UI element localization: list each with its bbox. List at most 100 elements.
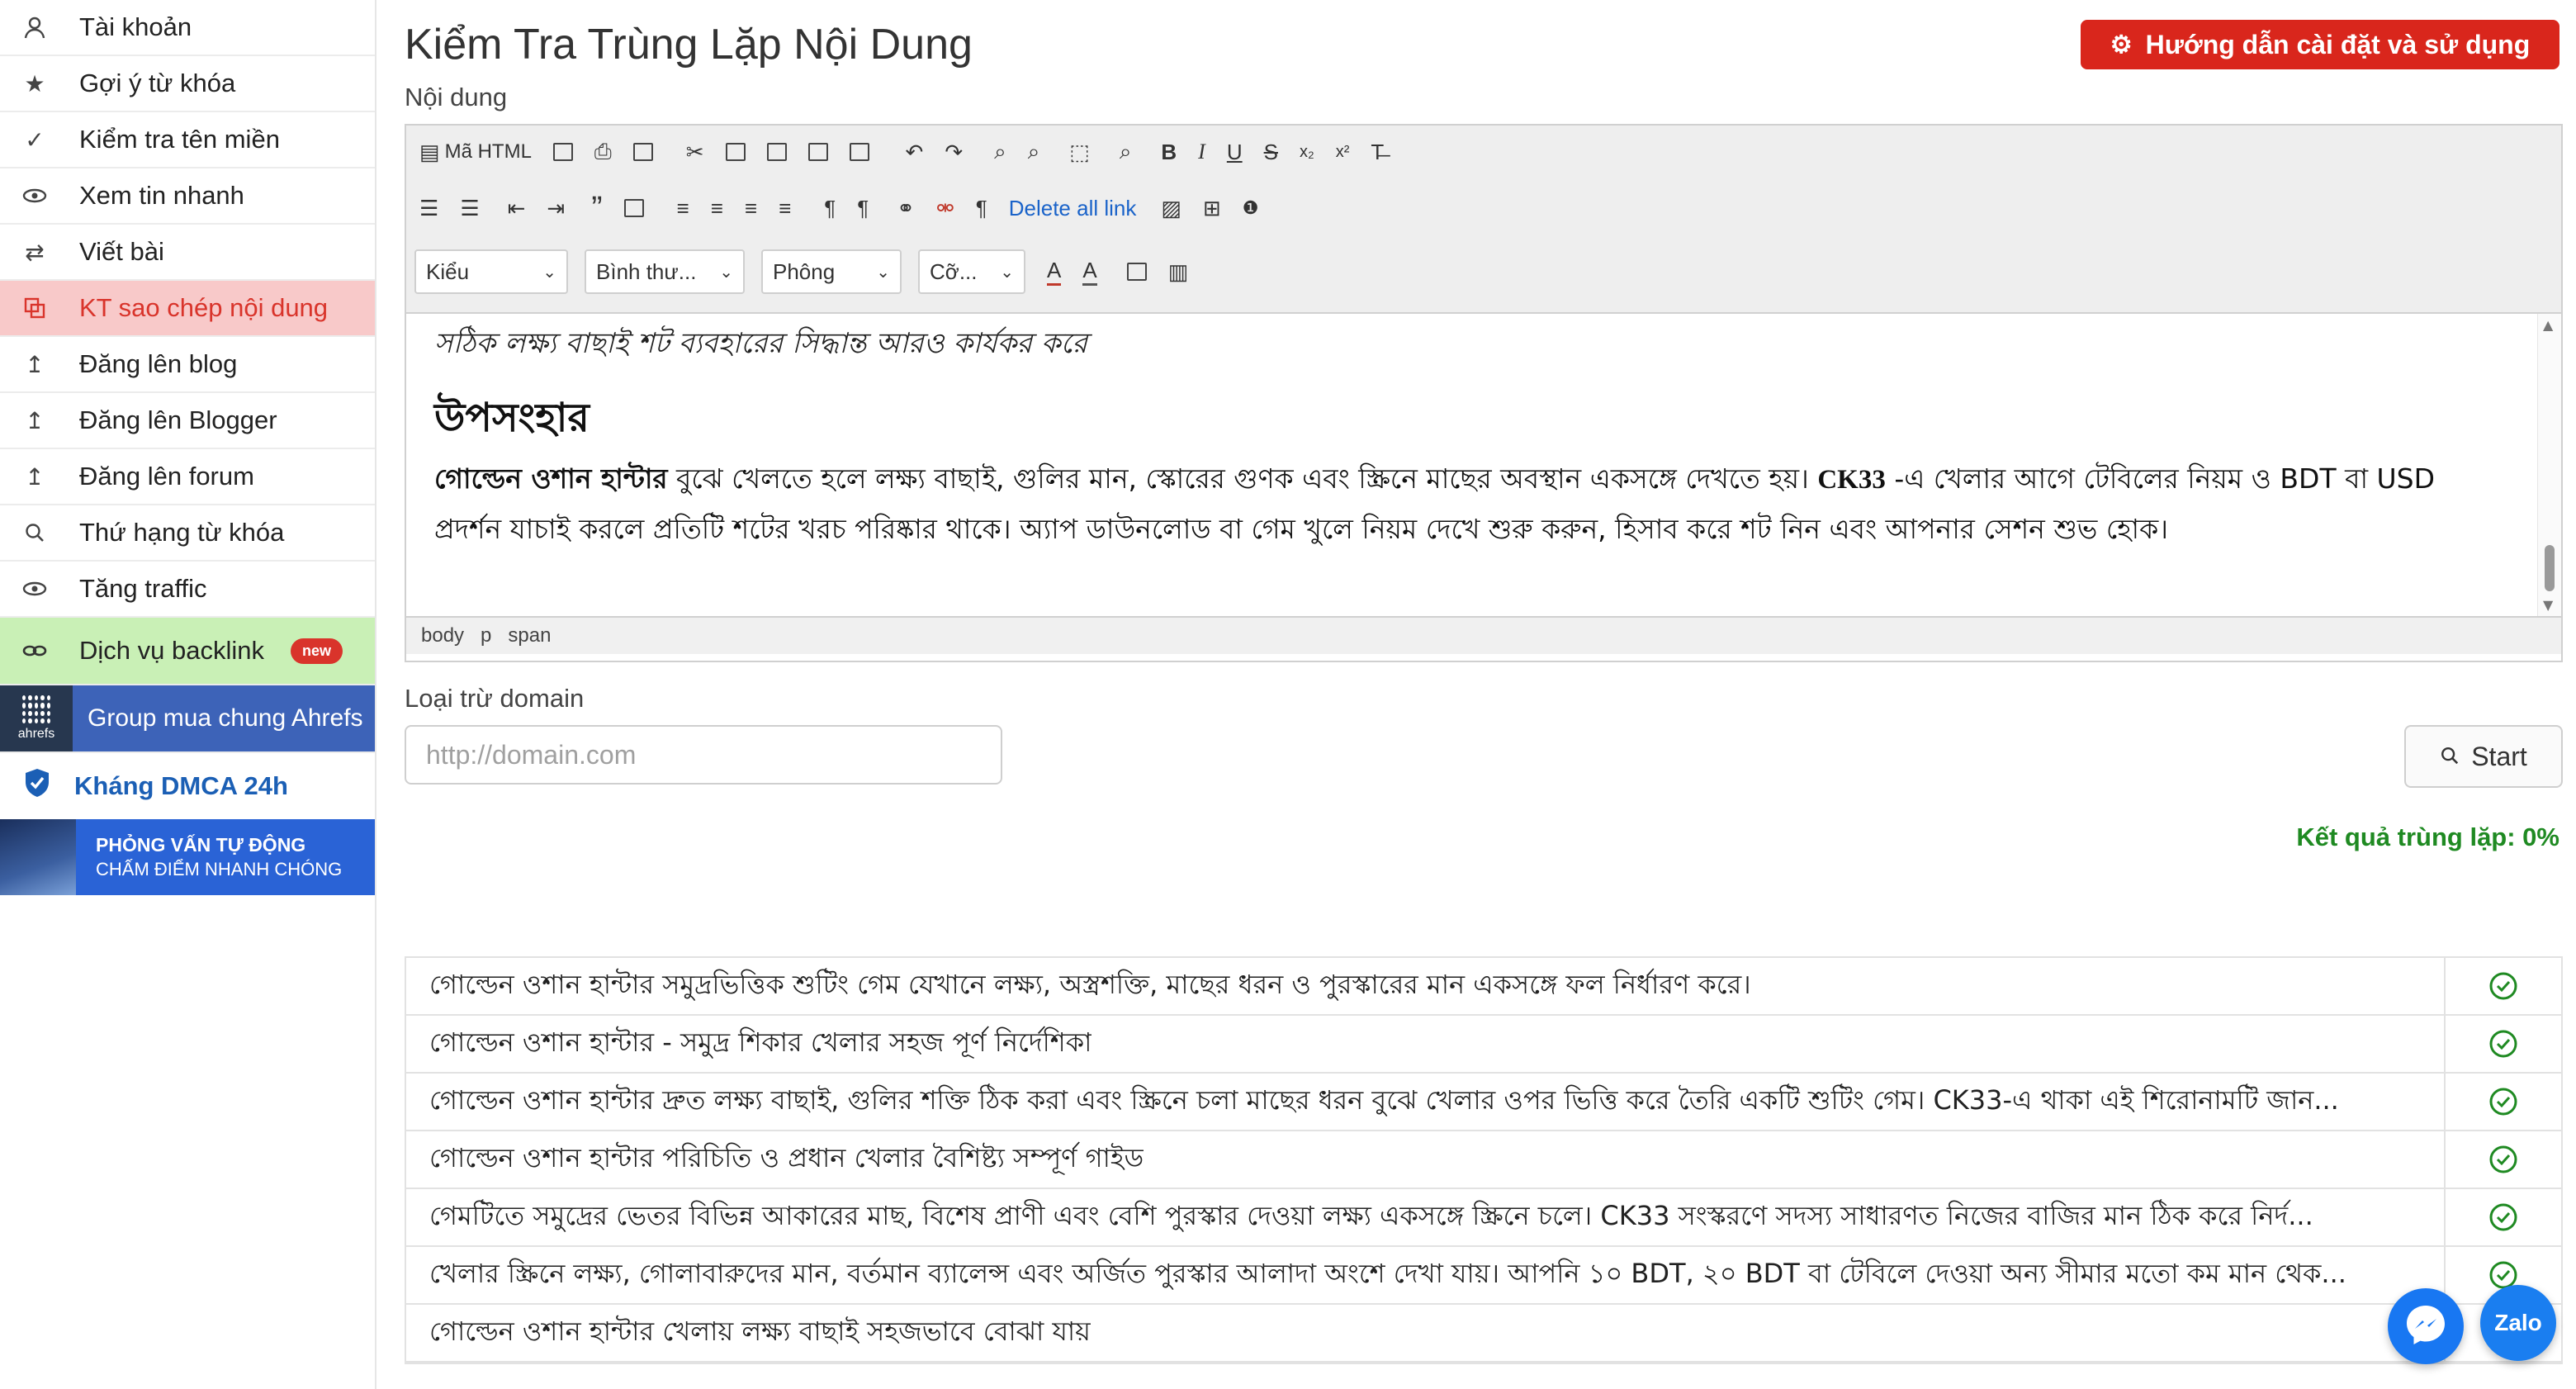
editor-content-area[interactable]: সঠিক লক্ষ্য বাছাই শট ব্যবহারের সিদ্ধান্ত… xyxy=(406,314,2561,616)
zalo-button[interactable]: Zalo xyxy=(2480,1285,2556,1361)
scroll-down-icon[interactable]: ▼ xyxy=(2543,597,2553,613)
duplicate-result: Kết quả trùng lặp: 0% xyxy=(2296,822,2559,851)
ltr-button[interactable]: ¶ xyxy=(824,196,836,221)
sidebar-item-label: Đăng lên Blogger xyxy=(79,405,277,434)
print-icon[interactable]: ⎙ xyxy=(594,139,612,165)
interview-banner-line2: CHẤM ĐIỂM NHANH CHÓNG xyxy=(96,859,343,879)
remove-format-button[interactable]: T̶ xyxy=(1371,140,1384,165)
unlink-icon[interactable]: ⚮ xyxy=(936,196,954,221)
start-button[interactable]: Start xyxy=(2404,725,2563,788)
table-row: গোল্ডেন ওশান হান্টার সমুদ্রভিত্তিক শুটিং… xyxy=(406,958,2561,1016)
show-blocks-icon[interactable]: ▥ xyxy=(1168,259,1189,285)
numbered-list-icon[interactable]: ☰ xyxy=(419,196,438,221)
bg-color-button[interactable]: A xyxy=(1082,258,1097,286)
maximize-icon[interactable] xyxy=(1126,263,1147,281)
source-button[interactable]: ▤ Mã HTML xyxy=(419,140,532,165)
copy-icon[interactable] xyxy=(725,143,746,161)
scroll-up-icon[interactable]: ▲ xyxy=(2543,317,2553,333)
sidebar-item-domain-check[interactable]: ✓ Kiểm tra tên miền xyxy=(0,112,375,168)
text-color-button[interactable]: A xyxy=(1047,258,1062,286)
link-icon[interactable]: ⚭ xyxy=(897,196,915,221)
italic-button[interactable]: I xyxy=(1198,140,1205,164)
align-left-icon[interactable]: ≡ xyxy=(677,196,689,221)
sidebar-item-traffic[interactable]: Tăng traffic xyxy=(0,562,375,618)
bold-button[interactable]: B xyxy=(1161,140,1177,165)
sidebar-item-account[interactable]: Tài khoản xyxy=(0,0,375,56)
rtl-button[interactable]: ¶ xyxy=(857,196,869,221)
cut-icon[interactable]: ✂ xyxy=(686,140,704,165)
editor-paragraph: গোল্ডেন ওশান হান্টার বুঝে খেলতে হলে লক্ষ… xyxy=(434,454,2482,554)
find-icon[interactable]: ⌕ xyxy=(994,139,1006,165)
bulleted-list-icon[interactable]: ☰ xyxy=(460,196,479,221)
sidebar-item-post-blog[interactable]: ↥ Đăng lên blog xyxy=(0,337,375,393)
editor-scrollbar[interactable]: ▲ ▼ xyxy=(2537,314,2561,616)
indent-icon[interactable]: ⇥ xyxy=(547,196,565,221)
delete-all-link-button[interactable]: Delete all link xyxy=(1009,196,1137,221)
exclude-domain-input[interactable] xyxy=(405,725,1002,785)
image-icon[interactable]: ▨ xyxy=(1161,196,1181,221)
sidebar-item-keyword-suggest[interactable]: ★ Gợi ý từ khóa xyxy=(0,56,375,112)
select-all-icon[interactable]: ⬚ xyxy=(1069,140,1090,165)
ahrefs-banner-label: Group mua chung Ahrefs xyxy=(88,704,363,732)
size-select[interactable]: Cỡ... ⌄ xyxy=(918,249,1025,294)
align-justify-icon[interactable]: ≡ xyxy=(779,196,791,221)
eye-icon xyxy=(18,179,51,212)
style-select[interactable]: Kiểu ⌄ xyxy=(414,249,568,294)
table-row: খেলার স্ক্রিনে লক্ষ্য, গোলাবারুদের মান, … xyxy=(406,1247,2561,1305)
subscript-button[interactable]: x₂ xyxy=(1300,143,1314,162)
chevron-down-icon: ⌄ xyxy=(876,263,890,282)
preview-icon[interactable] xyxy=(552,143,573,161)
sidebar-item-backlink[interactable]: Dịch vụ backlink new xyxy=(0,618,375,685)
scrollbar-thumb[interactable] xyxy=(2545,545,2555,591)
sidebar-item-label: Tăng traffic xyxy=(79,574,207,603)
anchor-button[interactable]: ¶ xyxy=(976,196,987,221)
messenger-icon xyxy=(2403,1302,2448,1351)
gear-icon: ⚙ xyxy=(2110,31,2133,59)
paste-text-icon[interactable] xyxy=(807,143,828,161)
font-select[interactable]: Phông ⌄ xyxy=(761,249,902,294)
strikethrough-button[interactable]: S xyxy=(1264,140,1278,165)
ahrefs-dots-icon xyxy=(22,695,50,723)
align-right-icon[interactable]: ≡ xyxy=(745,196,757,221)
replace-icon[interactable]: ⌕ xyxy=(1028,139,1040,165)
path-p[interactable]: p xyxy=(481,624,491,647)
undo-icon[interactable]: ↶ xyxy=(906,140,924,165)
info-icon[interactable]: ❶ xyxy=(1243,197,1259,219)
align-center-icon[interactable]: ≡ xyxy=(711,196,723,221)
interview-banner[interactable]: PHỎNG VẤN TỰ ĐỘNG CHẤM ĐIỂM NHANH CHÓNG xyxy=(0,819,375,895)
check-circle-icon xyxy=(2446,958,2561,1014)
sidebar-item-keyword-rank[interactable]: Thứ hạng từ khóa xyxy=(0,505,375,562)
editor-paragraph-brand: CK33 xyxy=(1817,465,1886,495)
path-body[interactable]: body xyxy=(421,624,464,647)
sidebar-item-copy-check[interactable]: KT sao chép nội dung xyxy=(0,281,375,337)
dmca-link[interactable]: Kháng DMCA 24h xyxy=(0,753,375,819)
sidebar-item-write-post[interactable]: ⇄ Viết bài xyxy=(0,225,375,281)
sidebar-item-post-forum[interactable]: ↥ Đăng lên forum xyxy=(0,449,375,505)
outdent-icon[interactable]: ⇤ xyxy=(508,196,526,221)
chevron-down-icon: ⌄ xyxy=(719,263,733,282)
format-select[interactable]: Bình thư... ⌄ xyxy=(585,249,745,294)
ahrefs-group-banner[interactable]: ahrefs Group mua chung Ahrefs xyxy=(0,685,375,753)
editor-heading: উপসংহার xyxy=(434,395,590,441)
underline-button[interactable]: U xyxy=(1227,140,1243,165)
div-container-icon[interactable] xyxy=(623,199,644,217)
table-row: গেমটিতে সমুদ্রের ভেতর বিভিন্ন আকারের মাছ… xyxy=(406,1189,2561,1247)
editor-line: সঠিক লক্ষ্য বাছাই শট ব্যবহারের সিদ্ধান্ত… xyxy=(434,327,1088,360)
row-text: গোল্ডেন ওশান হান্টার সমুদ্রভিত্তিক শুটিং… xyxy=(429,969,1751,1000)
spellcheck-icon[interactable]: ⌕ xyxy=(1120,139,1132,165)
page-title: Kiểm Tra Trùng Lặp Nội Dung xyxy=(405,21,973,69)
sidebar-item-post-blogger[interactable]: ↥ Đăng lên Blogger xyxy=(0,393,375,449)
blockquote-button[interactable]: ” xyxy=(591,190,602,227)
paste-word-icon[interactable] xyxy=(849,143,869,161)
row-text: খেলার স্ক্রিনে লক্ষ্য, গোলাবারুদের মান, … xyxy=(429,1258,2346,1289)
template-icon[interactable] xyxy=(632,143,653,161)
paste-icon[interactable] xyxy=(766,143,787,161)
redo-icon[interactable]: ↷ xyxy=(945,140,963,165)
messenger-button[interactable] xyxy=(2388,1288,2464,1364)
start-button-label: Start xyxy=(2471,741,2527,771)
superscript-button[interactable]: x² xyxy=(1336,143,1350,162)
path-span[interactable]: span xyxy=(508,624,551,647)
table-icon[interactable]: ⊞ xyxy=(1203,196,1221,221)
guide-button[interactable]: ⚙ Hướng dẫn cài đặt và sử dụng xyxy=(2081,20,2559,69)
sidebar-item-quick-news[interactable]: Xem tin nhanh xyxy=(0,168,375,225)
